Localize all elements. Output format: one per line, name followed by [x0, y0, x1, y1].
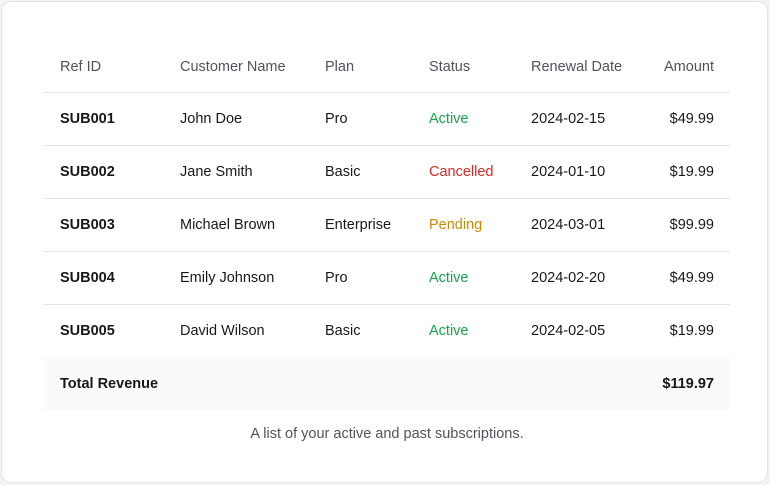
subscriptions-card: Ref ID Customer Name Plan Status Renewal…: [1, 1, 768, 483]
table-row: SUB002 Jane Smith Basic Cancelled 2024-0…: [44, 145, 730, 199]
cell-customer-name: Jane Smith: [164, 145, 309, 199]
cell-ref-id: SUB003: [44, 198, 164, 252]
cell-ref-id: SUB002: [44, 145, 164, 199]
cell-renewal-date: 2024-01-10: [515, 145, 639, 199]
cell-renewal-date: 2024-02-15: [515, 92, 639, 146]
cell-renewal-date: 2024-02-20: [515, 251, 639, 305]
table-row: SUB005 David Wilson Basic Active 2024-02…: [44, 304, 730, 357]
table-footer-row: Total Revenue $119.97: [44, 357, 730, 410]
cell-plan: Enterprise: [309, 198, 413, 252]
cell-ref-id: SUB001: [44, 92, 164, 146]
cell-plan: Basic: [325, 322, 361, 339]
table-row: SUB003 Michael Brown Enterprise Pending …: [44, 198, 730, 252]
column-header-renewal-date: Renewal Date: [515, 42, 639, 93]
table-header-row: Ref ID Customer Name Plan Status Renewal…: [44, 42, 730, 93]
cell-amount: $19.99: [669, 322, 714, 339]
column-header-customer-name: Customer Name: [164, 42, 309, 93]
cell-plan: Pro: [309, 92, 413, 146]
table-row: SUB001 John Doe Pro Active 2024-02-15 $4…: [44, 92, 730, 146]
column-header-status: Status: [413, 42, 515, 93]
subscriptions-table: Ref ID Customer Name Plan Status Renewal…: [44, 42, 730, 410]
cell-status: Active: [429, 322, 469, 339]
cell-amount: $99.99: [638, 198, 730, 252]
cell-customer-name: David Wilson: [180, 322, 265, 339]
table-row: SUB004 Emily Johnson Pro Active 2024-02-…: [44, 251, 730, 305]
total-revenue-amount: $119.97: [638, 357, 730, 410]
cell-status: Pending: [413, 198, 515, 252]
cell-renewal-date: 2024-02-05: [531, 322, 606, 339]
cell-amount: $49.99: [638, 92, 730, 146]
cell-ref-id: SUB004: [44, 251, 164, 305]
cell-customer-name: Emily Johnson: [164, 251, 309, 305]
cell-amount: $49.99: [638, 251, 730, 305]
cell-status: Cancelled: [413, 145, 515, 199]
column-header-plan: Plan: [309, 42, 413, 93]
cell-ref-id: SUB005: [60, 322, 115, 339]
cell-renewal-date: 2024-03-01: [515, 198, 639, 252]
cell-customer-name: John Doe: [164, 92, 309, 146]
cell-plan: Basic: [309, 145, 413, 199]
total-revenue-label: Total Revenue: [44, 357, 639, 410]
column-header-ref-id: Ref ID: [44, 42, 164, 93]
cell-amount: $19.99: [638, 145, 730, 199]
cell-status: Active: [413, 92, 515, 146]
column-header-amount: Amount: [638, 42, 730, 93]
cell-customer-name: Michael Brown: [164, 198, 309, 252]
table-caption: A list of your active and past subscript…: [250, 426, 524, 442]
cell-status: Active: [413, 251, 515, 305]
cell-plan: Pro: [309, 251, 413, 305]
